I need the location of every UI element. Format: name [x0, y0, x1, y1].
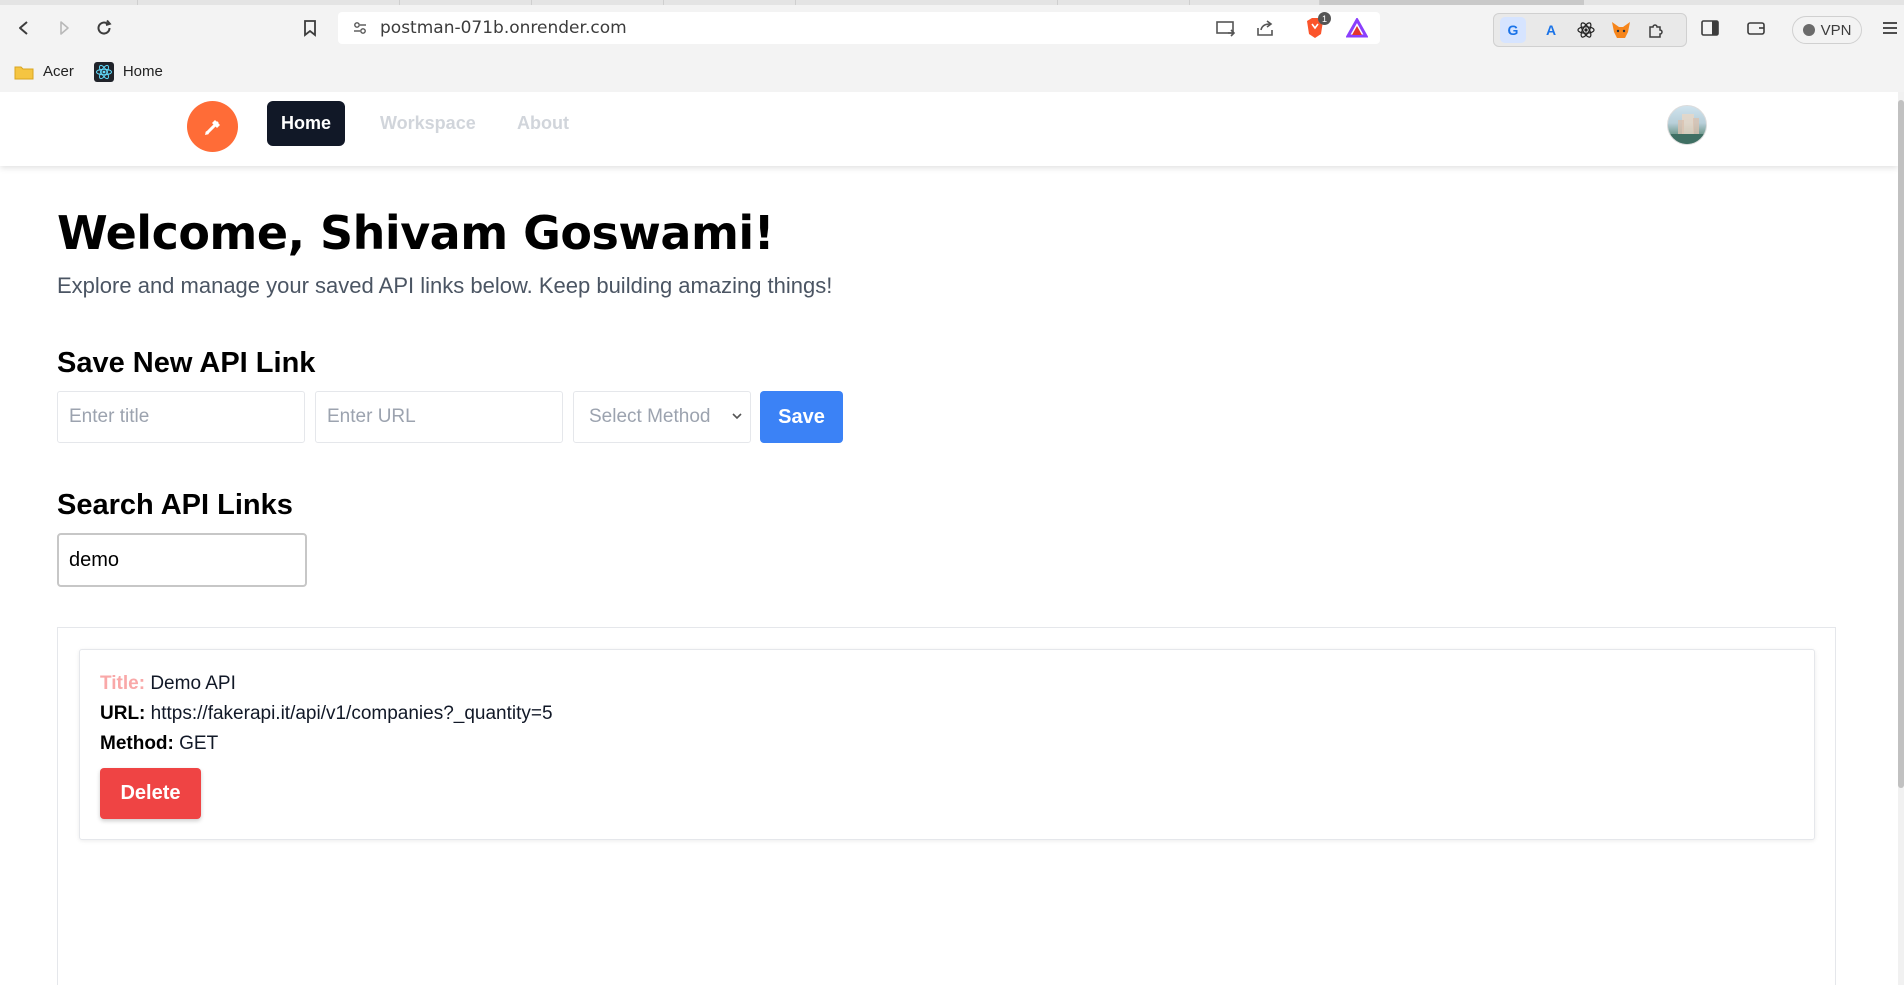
search-input[interactable]: demo: [57, 533, 307, 587]
bookmark-label: Acer: [43, 63, 74, 80]
page-viewport: Home Workspace About Welcome, Shivam Gos…: [0, 92, 1904, 985]
folder-icon: [14, 66, 34, 79]
bookmarks-bar: Acer Home: [0, 51, 1904, 92]
extensions-group: G A: [1493, 13, 1687, 47]
title-value: Demo API: [150, 673, 236, 694]
browser-toolbar: postman-071b.onrender.com 1 G A VPN: [0, 5, 1904, 51]
metamask-icon[interactable]: [1608, 17, 1634, 43]
method-select[interactable]: Select Method: [573, 391, 751, 443]
method-select-value: Select Method: [589, 406, 711, 427]
nav-workspace[interactable]: Workspace: [380, 101, 476, 146]
postman-logo-icon[interactable]: [187, 101, 238, 152]
search-section-heading: Search API Links: [57, 489, 293, 521]
user-avatar[interactable]: [1667, 105, 1707, 145]
sidebar-icon[interactable]: [1696, 14, 1724, 42]
react-devtools-icon[interactable]: [1573, 17, 1599, 43]
bookmark-icon[interactable]: [296, 14, 324, 42]
nav-home[interactable]: Home: [267, 101, 346, 146]
reload-icon[interactable]: [90, 14, 118, 42]
chevron-down-icon: [732, 413, 742, 420]
bookmark-home[interactable]: Home: [93, 61, 163, 82]
react-icon: [93, 61, 114, 82]
back-icon[interactable]: [10, 14, 38, 42]
method-value: GET: [179, 733, 219, 754]
welcome-heading: Welcome, Shivam Goswami!: [57, 206, 775, 260]
bookmark-acer[interactable]: Acer: [14, 63, 74, 80]
shield-badge: 1: [1318, 12, 1331, 25]
search-input-value: demo: [69, 548, 120, 571]
card-url-row: URL: https://fakerapi.it/api/v1/companie…: [100, 703, 553, 725]
api-link-card: Title: Demo API URL: https://fakerapi.it…: [79, 649, 1815, 840]
forward-icon[interactable]: [50, 14, 78, 42]
bookmark-label: Home: [122, 63, 163, 80]
url-text[interactable]: postman-071b.onrender.com: [380, 18, 627, 38]
brave-rewards-icon[interactable]: [1346, 12, 1368, 44]
card-title-row: Title: Demo API: [100, 673, 236, 695]
nav-about[interactable]: About: [517, 101, 569, 146]
app-navbar: Home Workspace About: [0, 92, 1898, 166]
vpn-status-icon: [1802, 24, 1815, 36]
delete-button[interactable]: Delete: [100, 768, 201, 819]
vpn-label: VPN: [1820, 21, 1852, 39]
title-input[interactable]: [57, 391, 305, 443]
url-value: https://fakerapi.it/api/v1/companies?_qu…: [150, 703, 553, 724]
results-panel: Title: Demo API URL: https://fakerapi.it…: [57, 627, 1836, 985]
vpn-button[interactable]: VPN: [1792, 16, 1862, 44]
save-button[interactable]: Save: [760, 391, 843, 443]
wallet-icon[interactable]: [1742, 14, 1770, 42]
save-section-heading: Save New API Link: [57, 347, 316, 379]
page-scrollbar[interactable]: [1898, 92, 1904, 985]
translate-icon[interactable]: A: [1538, 17, 1564, 43]
method-label: Method:: [100, 733, 174, 754]
welcome-subtitle: Explore and manage your saved API links …: [57, 273, 833, 298]
title-label: Title:: [100, 673, 146, 694]
site-settings-icon[interactable]: [350, 18, 370, 38]
browser-chrome: postman-071b.onrender.com 1 G A VPN Acer…: [0, 0, 1904, 92]
url-label: URL:: [100, 703, 146, 724]
share-icon[interactable]: [1255, 12, 1275, 44]
card-method-row: Method: GET: [100, 733, 218, 755]
url-input[interactable]: [315, 391, 563, 443]
menu-icon[interactable]: [1876, 14, 1904, 42]
scrollbar-thumb[interactable]: [1898, 100, 1904, 788]
brave-shield-icon[interactable]: 1: [1304, 12, 1331, 44]
cast-icon[interactable]: [1215, 12, 1237, 44]
extensions-icon[interactable]: [1643, 17, 1669, 43]
google-translate-icon[interactable]: G: [1500, 17, 1526, 43]
